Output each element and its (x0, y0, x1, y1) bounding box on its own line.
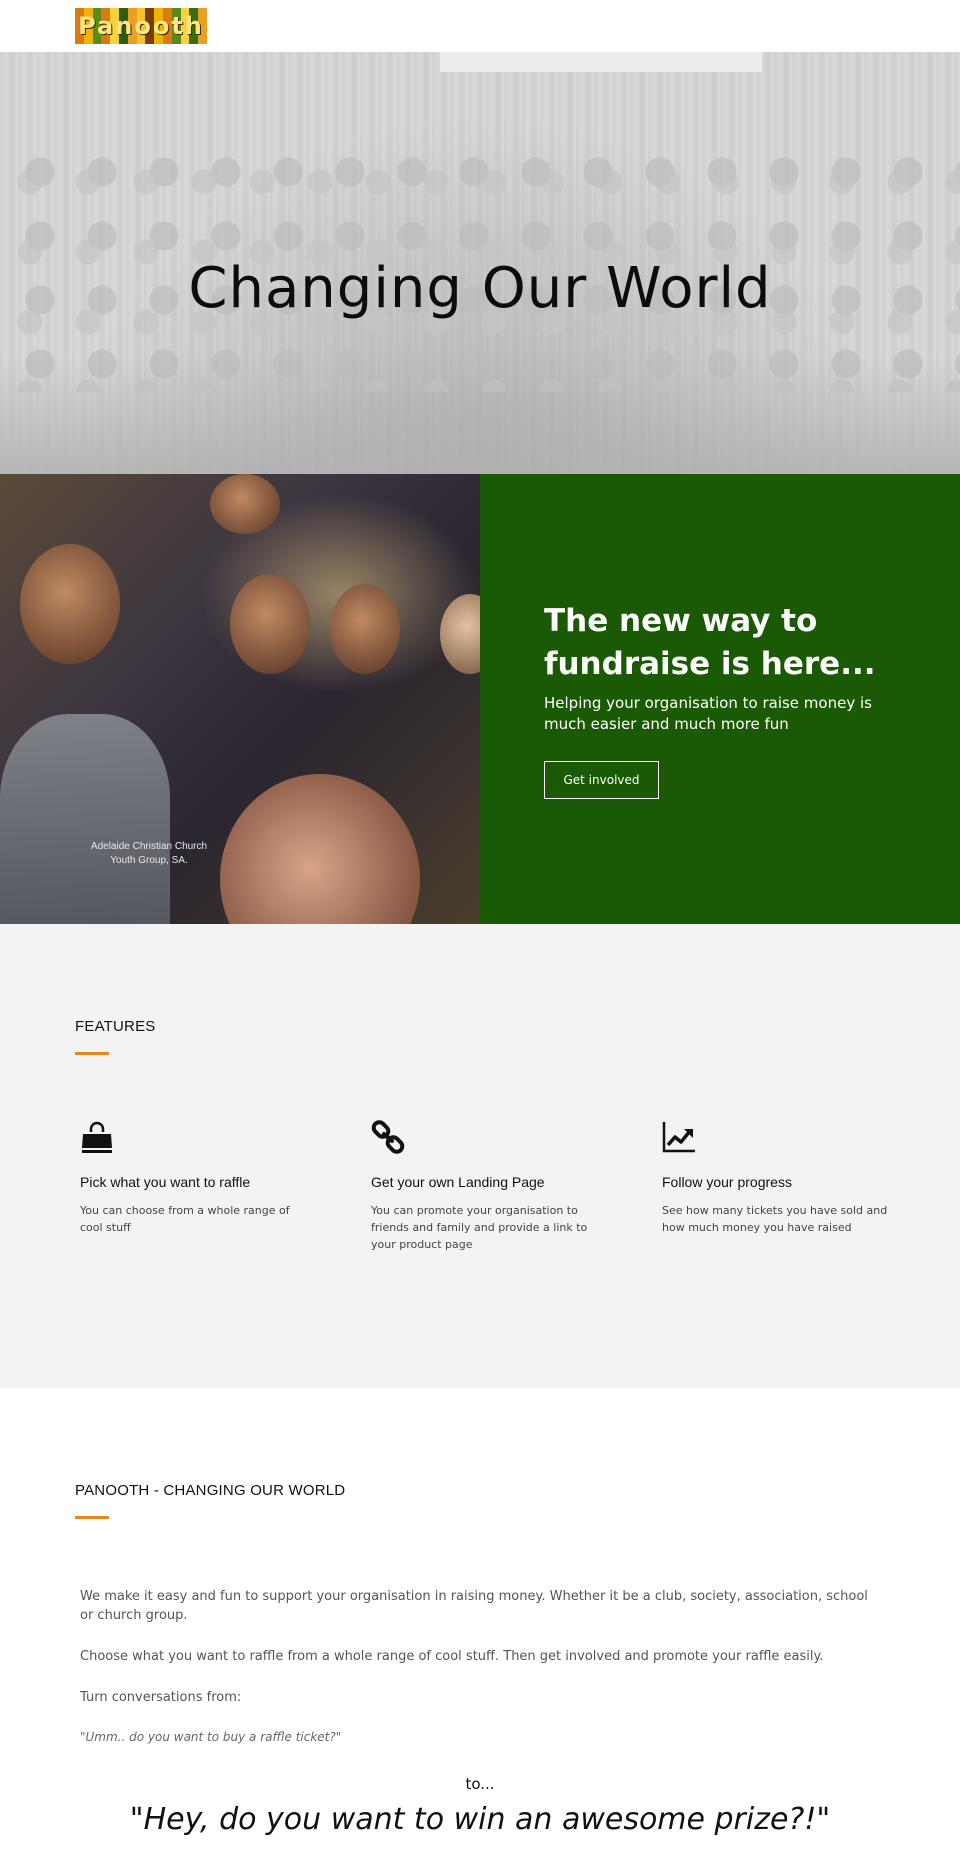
photo-caption-line: Youth Group, SA. (110, 855, 188, 866)
youth-group-photo: Adelaide Christian Church Youth Group, S… (0, 474, 480, 924)
link-icon (371, 1120, 405, 1154)
panooth-logo[interactable]: Panooth (75, 8, 207, 44)
photo-person (220, 774, 420, 924)
photo-person (230, 574, 310, 674)
about-section: PANOOTH - CHANGING OUR WORLD We make it … (0, 1388, 960, 1875)
features-heading: FEATURES (75, 1018, 156, 1035)
photo-caption: Adelaide Christian Church Youth Group, S… (74, 840, 224, 868)
feature-item: Follow your progress See how many ticket… (662, 1120, 892, 1236)
hero-background-screen (440, 52, 762, 72)
about-heading-underline (75, 1516, 109, 1519)
top-navbar: Panooth (0, 0, 960, 52)
callout-headline: The new way to fundraise is here... (544, 603, 876, 682)
photo-person (20, 544, 120, 664)
feature-title: Pick what you want to raffle (80, 1174, 251, 1190)
photo-person (0, 714, 170, 924)
feature-item: Pick what you want to raffle You can cho… (80, 1120, 310, 1236)
get-involved-button[interactable]: Get involved (544, 761, 659, 799)
shopping-bag-icon (82, 1121, 112, 1153)
hero-background-audience (0, 354, 960, 474)
quote-to: "Hey, do you want to win an awesome priz… (129, 1802, 831, 1837)
fundraise-callout: The new way to fundraise is here... Help… (480, 474, 960, 924)
features-section: FEATURES Pick what you want to raffle Yo… (0, 924, 960, 1388)
feature-text: You can choose from a whole range of coo… (80, 1204, 290, 1234)
feature-title: Follow your progress (662, 1174, 792, 1190)
hero-banner: Changing Our World (0, 52, 960, 474)
feature-text: See how many tickets you have sold and h… (662, 1204, 888, 1234)
photo-caption-line: Adelaide Christian Church (90, 841, 208, 852)
logo-text: Panooth (78, 12, 204, 40)
about-paragraph: We make it easy and fun to support your … (80, 1589, 868, 1623)
feature-text: You can promote your organisation to fri… (371, 1204, 588, 1251)
callout-subtext: Helping your organisation to raise money… (544, 694, 872, 733)
quote-from: "Umm.. do you want to buy a raffle ticke… (80, 1730, 342, 1744)
line-chart-icon (662, 1122, 695, 1153)
intro-split-section: Adelaide Christian Church Youth Group, S… (0, 474, 960, 924)
about-paragraph: Choose what you want to raffle from a wh… (80, 1649, 824, 1664)
photo-person (330, 584, 400, 674)
hero-title: Changing Our World (188, 256, 772, 321)
about-paragraph: Turn conversations from: (80, 1690, 242, 1705)
quote-transition: to... (465, 1775, 495, 1793)
photo-person (210, 474, 280, 534)
about-heading: PANOOTH - CHANGING OUR WORLD (75, 1482, 346, 1499)
feature-item: Get your own Landing Page You can promot… (371, 1120, 601, 1253)
feature-title: Get your own Landing Page (371, 1174, 545, 1190)
features-heading-underline (75, 1052, 109, 1055)
